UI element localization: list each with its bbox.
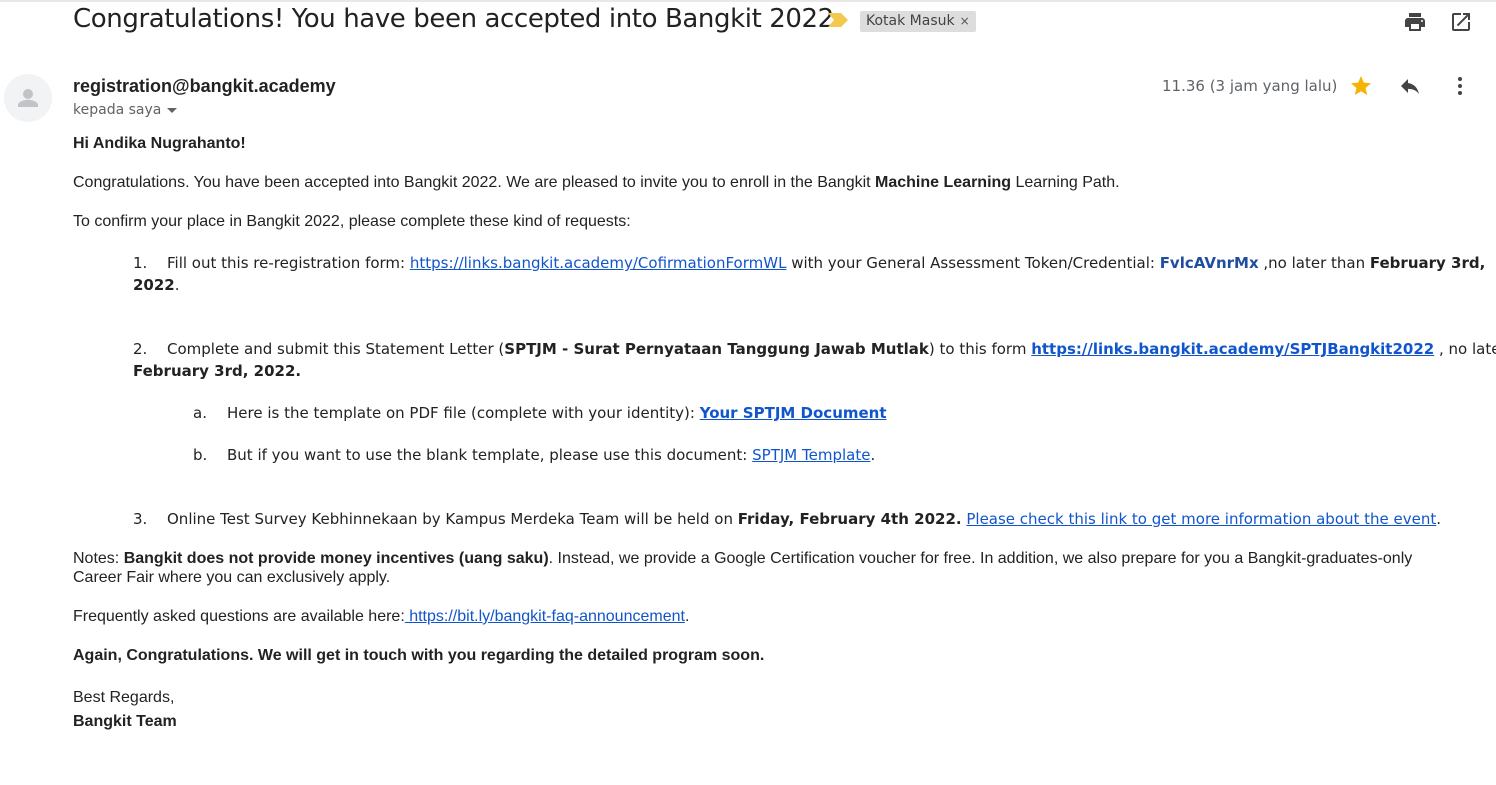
person-avatar-icon [4,74,52,122]
sptjm-name: SPTJM - Surat Pernyataan Tanggung Jawab … [504,340,929,358]
sub-item-a: a. Here is the template on PDF file (comp… [193,404,887,422]
list-number: 3. [133,510,148,528]
recipient-label: kepada saya [73,102,162,118]
item1-end: . [174,276,180,294]
notes-text: . Instead, we provide a Google Certifica… [548,550,1413,567]
item2-text: Complete and submit this Statement Lette… [167,340,505,358]
item1-deadline-year: 2022 [133,276,175,294]
item2-text-3: , no later than [1438,340,1496,358]
intro-text-end: Learning Path. [1011,174,1120,191]
intro-paragraph: Congratulations. You have been accepted … [73,174,1120,192]
faq-link[interactable]: https://bit.ly/bangkit-faq-announcement [405,608,685,625]
list-number: 2. [133,340,148,358]
item2-deadline: February 3rd, 2022. [133,362,302,380]
sptjm-template-link[interactable]: SPTJM Template [752,446,870,464]
sptjm-form-link[interactable]: https://links.bangkit.academy/SPTJBangki… [1031,340,1434,358]
sub-b-end: . [870,446,876,464]
item3-end: . [1436,510,1442,528]
list-item-1-cont: 2022. [133,276,180,294]
signature: Bangkit Team [73,713,177,730]
top-divider [0,0,1496,2]
intro-text: Congratulations. You have been accepted … [73,174,876,191]
sub-letter: a. [193,404,207,422]
sptjm-document-link[interactable]: Your SPTJM Document [700,404,887,422]
sub-a-text: Here is the template on PDF file (comple… [227,404,700,422]
sub-b-text: But if you want to use the blank templat… [227,446,753,464]
sub-item-b: b. But if you want to use the blank templ… [193,446,875,464]
learning-path-name: Machine Learning [875,174,1012,191]
regards: Best Regards, [73,689,175,706]
item1-text-3: ,no later than [1258,254,1370,272]
chevron-down-icon [167,107,178,113]
label-chip-text: Kotak Masuk [866,13,955,29]
item3-text: Online Test Survey Kebhinnekaan by Kampu… [167,510,738,528]
event-info-link[interactable]: Please check this link to get more infor… [966,510,1436,528]
sub-letter: b. [193,446,208,464]
remove-label-icon[interactable]: × [960,14,970,28]
list-item-3: 3. Online Test Survey Kebhinnekaan by Kam… [133,510,1441,528]
confirmation-form-link[interactable]: https://links.bangkit.academy/Cofirmatio… [410,254,787,272]
notes-warning: Bangkit does not provide money incentive… [123,550,549,567]
notes-label: Notes: [73,550,124,567]
closing-statement: Again, Congratulations. We will get in t… [73,647,765,664]
list-number: 1. [133,254,148,272]
print-icon[interactable] [1403,10,1427,34]
item2-text-2: ) to this form [928,340,1032,358]
recipient-details-toggle[interactable]: kepada saya [73,102,178,118]
item3-date: Friday, February 4th 2022. [737,510,962,528]
sender-address: registration@bangkit.academy [73,76,336,96]
greeting: Hi Andika Nugrahanto! [73,135,246,152]
importance-marker-icon[interactable] [828,13,848,27]
faq-end: . [684,608,690,625]
list-item-1: 1. Fill out this re-registration form: ht… [133,254,1485,272]
item1-text: Fill out this re-registration form: [167,254,410,272]
faq-text: Frequently asked questions are available… [73,608,405,625]
list-item-2: 2. Complete and submit this Statement Let… [133,340,1496,358]
confirm-paragraph: To confirm your place in Bangkit 2022, p… [73,213,631,230]
assessment-token: FvlcAVnrMx [1159,254,1259,272]
item1-text-2: with your General Assessment Token/Crede… [786,254,1160,272]
reply-icon[interactable] [1398,74,1422,98]
notes-line-1: Notes: Bangkit does not provide money in… [73,550,1412,568]
faq-paragraph: Frequently asked questions are available… [73,608,689,626]
item1-deadline: February 3rd, [1369,254,1486,272]
star-icon[interactable] [1349,74,1373,98]
open-in-new-window-icon[interactable] [1449,10,1473,34]
notes-line-2: Career Fair where you can exclusively ap… [73,569,391,586]
email-subject: Congratulations! You have been accepted … [73,4,842,34]
email-timestamp: 11.36 (3 jam yang lalu) [1162,77,1338,95]
more-vert-icon[interactable] [1448,74,1472,98]
label-chip-inbox: Kotak Masuk × [860,11,976,32]
